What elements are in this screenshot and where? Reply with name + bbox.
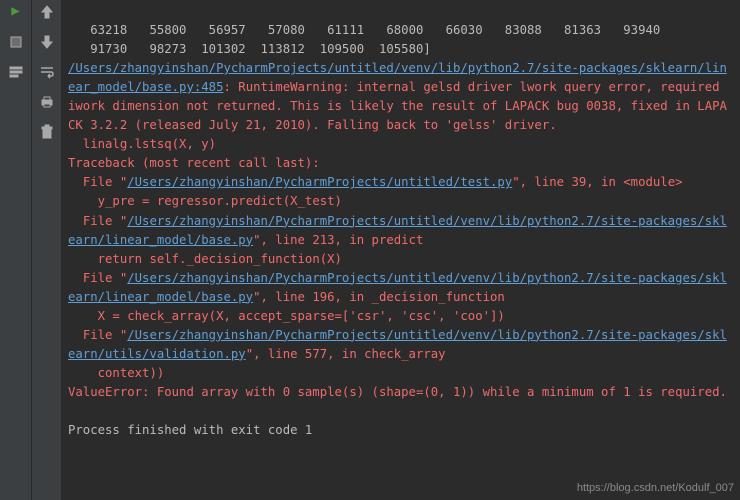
tb-frame: ", line 213, in predict (253, 233, 423, 247)
tb-frame: ", line 577, in check_array (246, 347, 446, 361)
rerun-icon[interactable]: ▶ (6, 2, 26, 22)
warning-code: linalg.lstsq(X, y) (68, 137, 216, 151)
run-gutter-tools (32, 0, 62, 500)
tb-code: X = check_array(X, accept_sparse=['csr',… (68, 309, 505, 323)
trash-icon[interactable] (37, 122, 57, 142)
soft-wrap-icon[interactable] (37, 62, 57, 82)
tb-code: context)) (68, 366, 164, 380)
file-link[interactable]: /Users/zhangyinshan/PycharmProjects/unti… (127, 175, 512, 189)
tb-frame: File " (68, 271, 127, 285)
error-line: ValueError: Found array with 0 sample(s)… (68, 385, 727, 399)
console-output[interactable]: 63218 55800 56957 57080 61111 68000 6603… (62, 0, 740, 500)
output-numbers: 63218 55800 56957 57080 61111 68000 6603… (68, 23, 660, 37)
tb-code: y_pre = regressor.predict(X_test) (68, 194, 342, 208)
tb-frame: File " (68, 175, 127, 189)
arrow-down-icon[interactable] (37, 32, 57, 52)
arrow-up-icon[interactable] (37, 2, 57, 22)
traceback-head: Traceback (most recent call last): (68, 156, 320, 170)
ide-run-panel: ▶ 63218 55800 56957 57080 61111 68000 66… (0, 0, 740, 500)
tb-frame: File " (68, 328, 127, 342)
exit-line: Process finished with exit code 1 (68, 423, 312, 437)
tb-code: return self._decision_function(X) (68, 252, 342, 266)
stop-icon[interactable] (6, 32, 26, 52)
stack-icon[interactable] (6, 62, 26, 82)
print-icon[interactable] (37, 92, 57, 112)
tb-frame: ", line 196, in _decision_function (253, 290, 505, 304)
run-gutter-left: ▶ (0, 0, 32, 500)
tb-frame: ", line 39, in <module> (512, 175, 682, 189)
tb-frame: File " (68, 214, 127, 228)
watermark: https://blog.csdn.net/Kodulf_007 (577, 480, 734, 497)
output-numbers: 91730 98273 101302 113812 109500 105580] (68, 42, 431, 56)
